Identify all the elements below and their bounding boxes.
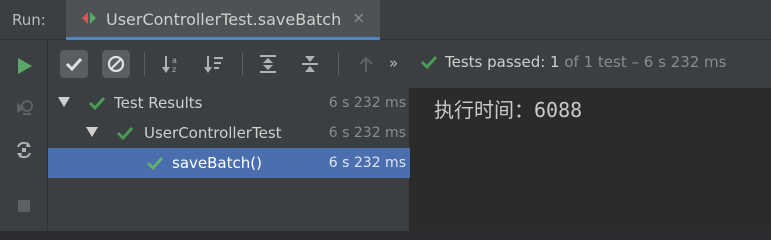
collapse-all-icon xyxy=(302,56,318,72)
arrow-up-icon xyxy=(359,56,373,72)
expand-arrow-icon[interactable] xyxy=(86,127,98,137)
test-runner-toolbar: a z » Tests passed: 1 of 1 test – 6 s 23… xyxy=(48,40,771,88)
sort-duration-icon xyxy=(204,56,223,73)
tests-status: Tests passed: 1 of 1 test – 6 s 232 ms xyxy=(445,53,726,71)
tree-row-test-class[interactable]: UserControllerTest 6 s 232 ms xyxy=(48,118,410,148)
rerun-button[interactable] xyxy=(12,54,36,78)
passed-check-icon xyxy=(146,156,164,171)
tests-passed-count: Tests passed: 1 xyxy=(445,53,560,71)
tree-row-label: Test Results xyxy=(114,94,203,112)
passed-check-icon xyxy=(116,126,134,141)
svg-text:a: a xyxy=(172,56,177,65)
svg-text:z: z xyxy=(172,65,176,74)
ignored-icon xyxy=(107,55,125,73)
tree-row-label: saveBatch() xyxy=(172,154,262,172)
left-toolbar xyxy=(0,40,48,231)
toolbar-separator xyxy=(242,52,243,76)
sort-alphabetically-button[interactable]: a z xyxy=(158,50,186,78)
tree-row-duration: 6 s 232 ms xyxy=(328,155,406,171)
collapse-all-button[interactable] xyxy=(296,50,324,78)
expand-arrow-icon[interactable] xyxy=(58,97,70,107)
check-icon xyxy=(65,57,83,72)
tree-row-duration: 6 s 232 ms xyxy=(328,95,406,111)
previous-failed-button[interactable] xyxy=(352,50,380,78)
stop-button[interactable] xyxy=(12,194,36,218)
tree-row-test-results[interactable]: Test Results 6 s 232 ms xyxy=(48,88,410,118)
expand-all-button[interactable] xyxy=(254,50,282,78)
tree-row-duration: 6 s 232 ms xyxy=(328,125,406,141)
auto-rerun-icon xyxy=(17,141,31,159)
play-icon xyxy=(18,58,32,74)
toggle-auto-test-button[interactable] xyxy=(12,138,36,162)
run-label: Run: xyxy=(12,11,46,29)
test-config-icon xyxy=(82,12,96,24)
sort-by-duration-button[interactable] xyxy=(200,50,228,78)
toolbar-separator xyxy=(144,52,145,76)
show-passed-button[interactable] xyxy=(60,50,88,78)
rerun-failed-button[interactable] xyxy=(12,96,36,120)
passed-check-icon xyxy=(420,55,438,70)
passed-check-icon xyxy=(88,96,106,111)
more-actions-chevron[interactable]: » xyxy=(389,54,398,72)
console-output-panel[interactable]: 执行时间：6088 xyxy=(410,88,771,231)
close-icon[interactable]: × xyxy=(352,8,365,27)
tree-row-label: UserControllerTest xyxy=(144,124,282,142)
toolbar-separator xyxy=(338,52,339,76)
tab-label: UserControllerTest.saveBatch xyxy=(106,10,342,29)
tree-row-test-method[interactable]: saveBatch() 6 s 232 ms xyxy=(48,148,410,178)
tests-summary: of 1 test – 6 s 232 ms xyxy=(564,53,727,71)
test-results-tree: Test Results 6 s 232 ms UserControllerTe… xyxy=(48,88,410,231)
run-tool-window-header: Run: UserControllerTest.saveBatch × xyxy=(0,0,771,40)
rerun-failed-icon xyxy=(17,100,33,115)
show-ignored-button[interactable] xyxy=(102,50,130,78)
tab-run-configuration[interactable]: UserControllerTest.saveBatch × xyxy=(66,0,380,40)
sort-alpha-icon: a z xyxy=(162,56,177,74)
expand-all-icon xyxy=(260,55,276,73)
console-output-line: 执行时间：6088 xyxy=(434,98,583,122)
stop-icon xyxy=(18,200,30,212)
